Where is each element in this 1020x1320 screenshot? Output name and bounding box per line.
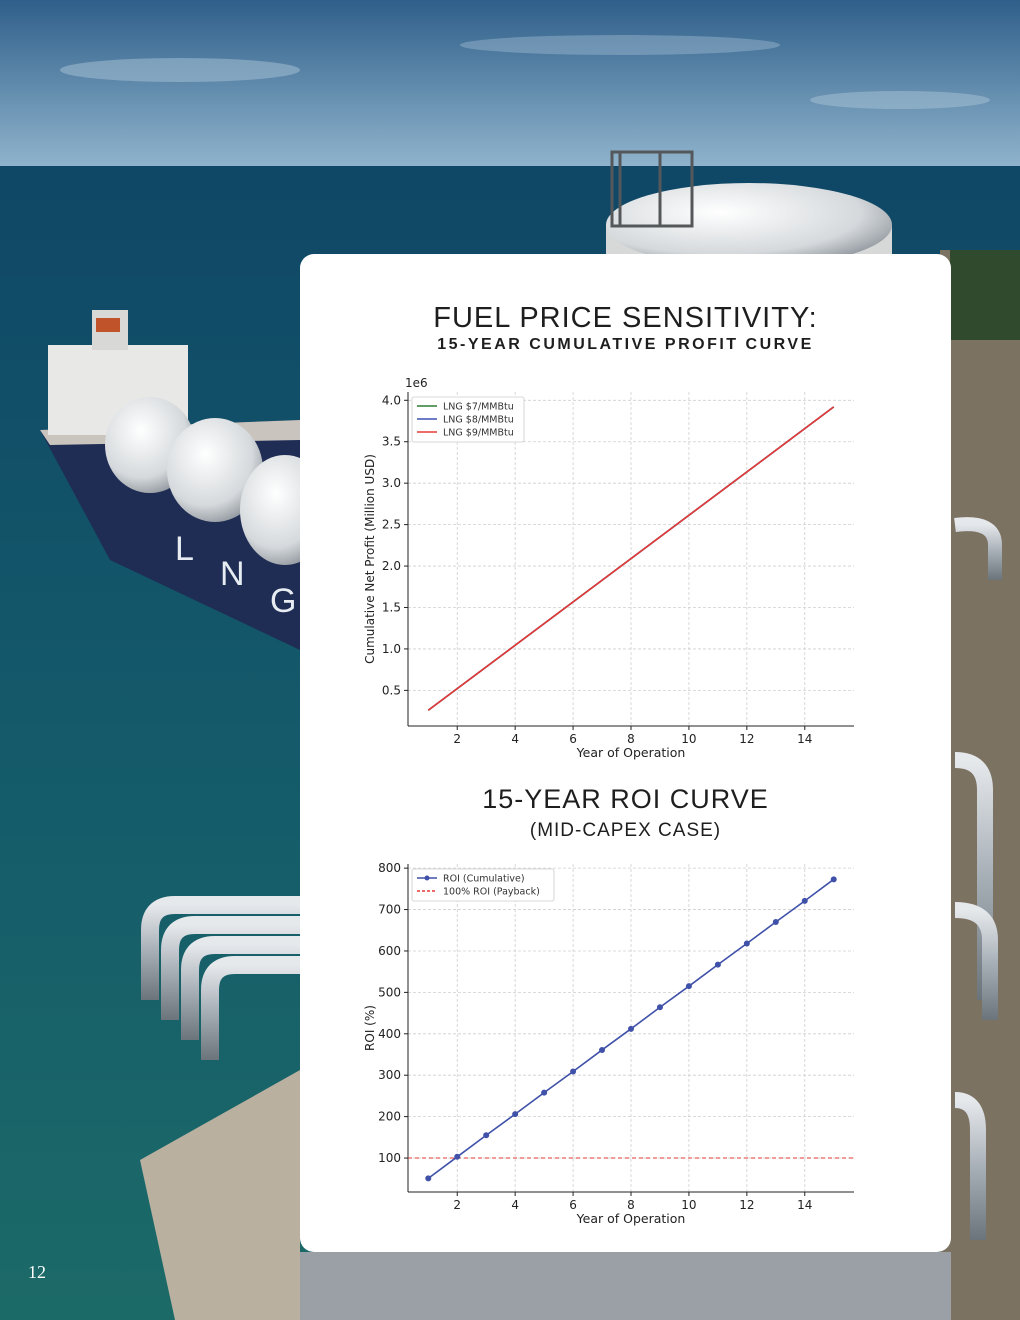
data-point (425, 1175, 432, 1182)
chart1-title: FUEL PRICE SENSITIVITY: (433, 302, 818, 334)
y-axis-label: Cumulative Net Profit (Million USD) (363, 454, 377, 664)
y-tick-label: 100 (378, 1151, 401, 1165)
y-tick-label: 1.0 (382, 642, 401, 656)
data-point (656, 1004, 663, 1011)
data-point (570, 1068, 577, 1075)
x-tick-label: 12 (739, 732, 754, 746)
data-point (483, 1132, 490, 1139)
y-tick-label: 2.5 (382, 518, 401, 532)
legend-label: LNG $9/MMBtu (443, 428, 514, 439)
x-tick-label: 10 (681, 732, 696, 746)
svg-text:L: L (175, 530, 194, 568)
y-tick-label: 200 (378, 1110, 401, 1124)
y-tick-label: 800 (378, 861, 401, 875)
y-tick-label: 1.5 (382, 600, 401, 614)
x-axis-label: Year of Operation (576, 1211, 686, 1226)
data-point (541, 1089, 548, 1096)
data-point (714, 961, 721, 968)
x-tick-label: 4 (511, 732, 519, 746)
chart-card: FUEL PRICE SENSITIVITY: 15-YEAR CUMULATI… (300, 254, 951, 1252)
x-tick-label: 6 (569, 1198, 577, 1212)
chart1-subtitle: 15-YEAR CUMULATIVE PROFIT CURVE (437, 336, 814, 353)
y-tick-label: 3.0 (382, 476, 401, 490)
y-offset-label: 1e6 (405, 376, 428, 390)
svg-text:G: G (270, 582, 296, 620)
legend-marker (424, 875, 430, 881)
y-tick-label: 300 (378, 1068, 401, 1082)
y-tick-label: 400 (378, 1027, 401, 1041)
legend-label: 100% ROI (Payback) (443, 887, 540, 898)
data-point (830, 876, 837, 883)
legend-label: ROI (Cumulative) (443, 874, 525, 885)
data-point (772, 918, 779, 925)
data-point (512, 1111, 519, 1118)
data-point (801, 897, 808, 904)
y-tick-label: 500 (378, 985, 401, 999)
x-tick-label: 8 (627, 732, 635, 746)
y-tick-label: 3.5 (382, 435, 401, 449)
y-tick-label: 0.5 (382, 683, 401, 697)
x-tick-label: 2 (453, 1198, 461, 1212)
data-point (685, 983, 692, 990)
y-tick-label: 2.0 (382, 559, 401, 573)
legend-label: LNG $8/MMBtu (443, 415, 514, 426)
svg-text:N: N (220, 555, 245, 593)
y-axis-label: ROI (%) (363, 1005, 377, 1051)
data-point (743, 940, 750, 947)
x-tick-label: 14 (797, 1198, 812, 1212)
chart2-title: 15-YEAR ROI CURVE (482, 784, 769, 814)
x-tick-label: 10 (681, 1198, 696, 1212)
x-tick-label: 8 (627, 1198, 635, 1212)
data-point (599, 1046, 606, 1053)
x-tick-label: 2 (453, 732, 461, 746)
cumulative-profit-chart: 2 4 6 8 10 12 14 0.5 1.0 1.5 2.0 2.5 3.0 3.5 4.0 Year o… (363, 376, 854, 760)
page-number: 12 (28, 1262, 46, 1282)
chart2-subtitle: (MID-CAPEX CASE) (529, 820, 722, 841)
x-axis-label: Year of Operation (576, 745, 686, 760)
x-tick-label: 6 (569, 732, 577, 746)
x-tick-label: 4 (511, 1198, 519, 1212)
y-tick-label: 700 (378, 903, 401, 917)
y-tick-label: 600 (378, 944, 401, 958)
x-tick-label: 12 (739, 1198, 754, 1212)
y-tick-label: 4.0 (382, 393, 401, 407)
data-point (628, 1025, 634, 1032)
roi-chart: 2 4 6 8 10 12 14 100 200 300 400 500 600 700 800 Year o… (363, 861, 854, 1226)
data-point (454, 1153, 461, 1160)
x-tick-label: 14 (797, 732, 812, 746)
legend-label: LNG $7/MMBtu (443, 402, 514, 413)
